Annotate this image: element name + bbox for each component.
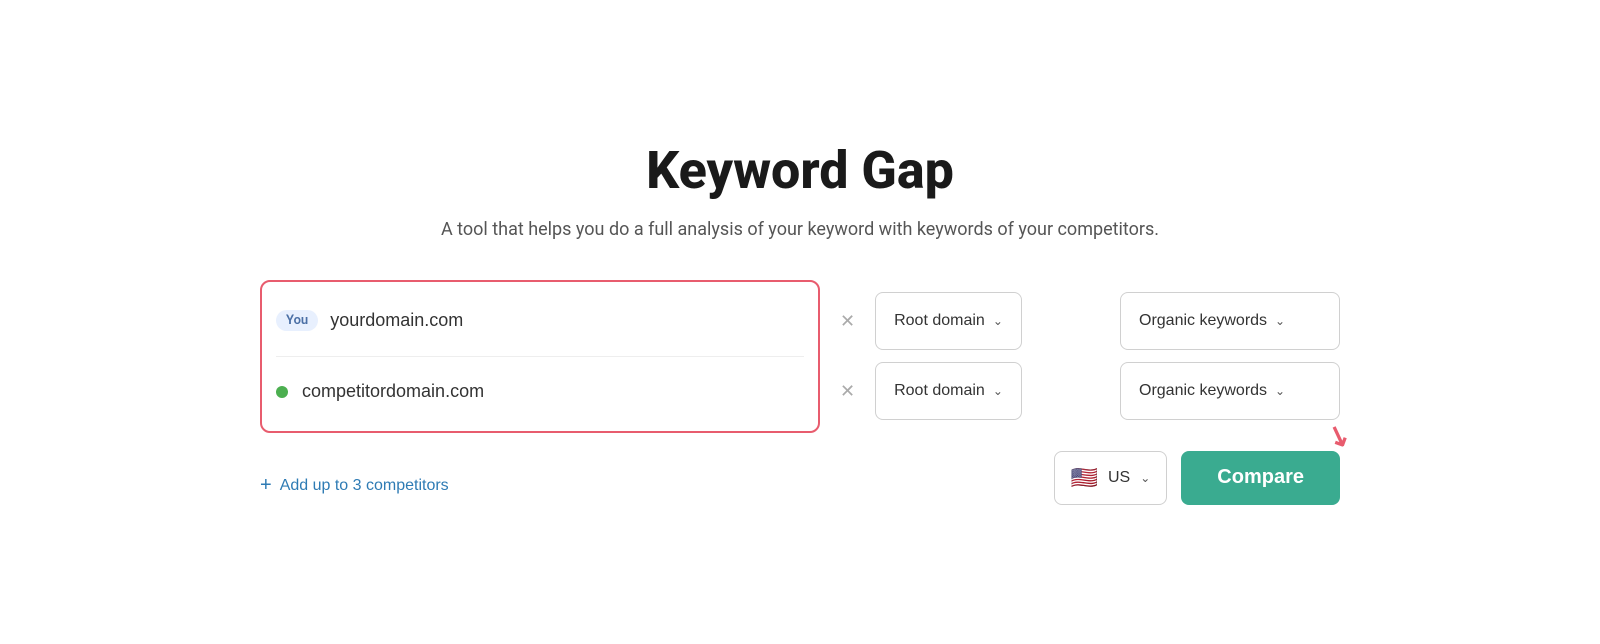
chevron-down-icon-5: ⌄ xyxy=(1140,471,1150,485)
rows-container: You ✕ xyxy=(260,280,1340,433)
clear-competitor-domain-button[interactable]: ✕ xyxy=(832,377,863,406)
root-domain-label-2: Root domain xyxy=(894,382,985,400)
page-subtitle: A tool that helps you do a full analysis… xyxy=(441,219,1159,240)
clear-your-domain-button[interactable]: ✕ xyxy=(832,307,863,336)
row-divider xyxy=(276,356,804,357)
root-domain-label-1: Root domain xyxy=(894,312,985,330)
add-competitors-label: Add up to 3 competitors xyxy=(280,477,449,495)
competitor-domain-input[interactable] xyxy=(302,381,804,402)
competitor-dot-icon xyxy=(276,386,288,398)
page-title: Keyword Gap xyxy=(646,140,954,201)
your-domain-input[interactable] xyxy=(330,310,804,331)
country-selector-button[interactable]: 🇺🇸 US ⌄ xyxy=(1054,451,1168,505)
country-label: US xyxy=(1108,469,1130,487)
competitor-domain-row xyxy=(276,363,804,421)
form-section: You ✕ xyxy=(260,280,1340,505)
competitor-domain-input-wrapper xyxy=(276,363,804,421)
root-domain-dropdown-2[interactable]: Root domain ⌄ xyxy=(875,362,1022,420)
highlighted-input-box: You xyxy=(260,280,820,433)
flag-icon: 🇺🇸 xyxy=(1071,465,1098,491)
chevron-down-icon-2: ⌄ xyxy=(993,384,1003,398)
chevron-down-icon-4: ⌄ xyxy=(1275,384,1285,398)
right-actions: 🇺🇸 US ⌄ Compare ↘ xyxy=(1054,451,1340,505)
chevron-down-icon-3: ⌄ xyxy=(1275,314,1285,328)
organic-keywords-dropdown-1[interactable]: Organic keywords ⌄ xyxy=(1120,292,1340,350)
bottom-row: + Add up to 3 competitors 🇺🇸 US ⌄ Compar… xyxy=(260,451,1340,505)
add-competitors-button[interactable]: + Add up to 3 competitors xyxy=(260,474,449,497)
your-domain-controls: ✕ Root domain ⌄ xyxy=(832,292,1108,350)
compare-label: Compare xyxy=(1217,466,1304,488)
your-domain-input-wrapper: You xyxy=(276,292,804,350)
right-dropdowns: Organic keywords ⌄ Organic keywords ⌄ xyxy=(1120,280,1340,433)
competitor-domain-controls: ✕ Root domain ⌄ xyxy=(832,362,1108,420)
organic-keywords-label-1: Organic keywords xyxy=(1139,312,1267,330)
you-badge: You xyxy=(276,310,318,331)
compare-button[interactable]: Compare ↘ xyxy=(1181,451,1340,505)
chevron-down-icon-1: ⌄ xyxy=(993,314,1003,328)
root-domain-dropdown-1[interactable]: Root domain ⌄ xyxy=(875,292,1022,350)
organic-keywords-dropdown-2[interactable]: Organic keywords ⌄ xyxy=(1120,362,1340,420)
middle-controls: ✕ Root domain ⌄ ✕ Root domain ⌄ xyxy=(832,280,1108,433)
add-plus-icon: + xyxy=(260,474,272,497)
organic-keywords-label-2: Organic keywords xyxy=(1139,382,1267,400)
your-domain-row: You xyxy=(276,292,804,350)
main-container: Keyword Gap A tool that helps you do a f… xyxy=(200,100,1400,545)
